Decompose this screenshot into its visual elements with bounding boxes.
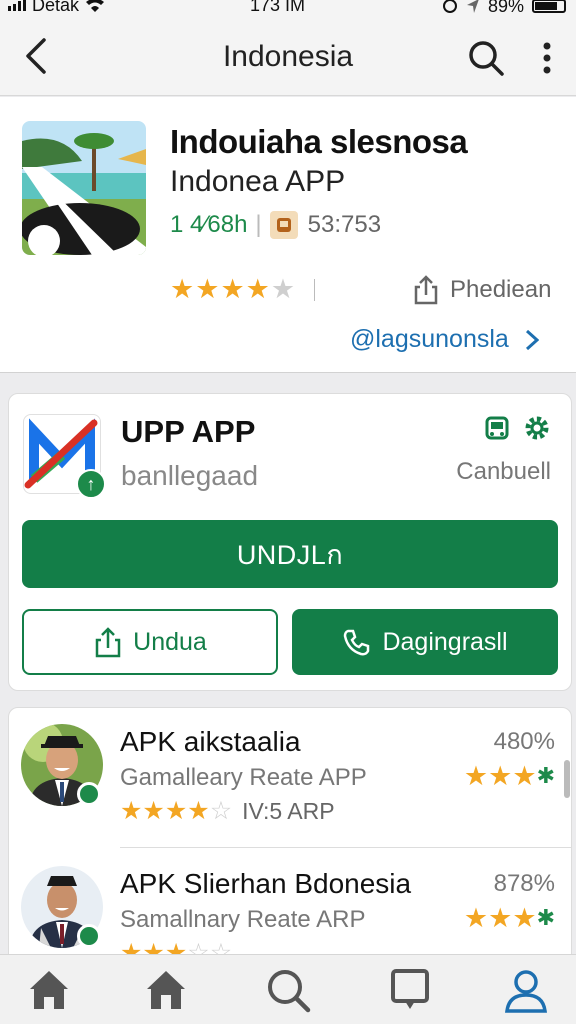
clock: 173 IM <box>250 0 306 15</box>
upload-badge-icon: ↑ <box>76 469 106 499</box>
location-icon <box>466 0 479 13</box>
download-button[interactable]: Undua <box>22 609 278 675</box>
sparkle-icon: ✱ <box>536 905 555 930</box>
list-item-percent: 480% <box>493 728 555 755</box>
list-item-score-stars: ★ ★ ★ ✱ <box>464 762 555 790</box>
call-button[interactable]: Dagingrasll <box>292 609 558 675</box>
star-icon: ★ <box>120 797 143 825</box>
divider <box>120 847 571 848</box>
featured-app-meta: 1 4⁄68h | 53:753 <box>170 211 381 239</box>
star-icon: ★ <box>512 761 537 791</box>
list-item-description: Samallnary Reate ARP <box>120 906 366 933</box>
upload-icon <box>95 627 121 658</box>
phone-icon <box>344 629 370 656</box>
list-item-score-stars: ★ ★ ★ ✱ <box>464 904 555 932</box>
meta-separator: | <box>255 211 262 238</box>
star-icon: ★ <box>142 797 165 825</box>
download-count: 53:753 <box>307 211 382 238</box>
featured-app-name: Indouiaha slesnosa <box>170 123 468 160</box>
app-list: APK aikstaalia Gamalleary Reate APP ★ ★ … <box>8 707 572 967</box>
search-icon[interactable] <box>466 38 506 78</box>
star-icon: ★ <box>220 274 245 304</box>
list-item[interactable]: APK Slierhan Bdonesia Samallnary Reate A… <box>9 850 571 966</box>
featured-app-subtitle: Indonea APP <box>170 165 346 198</box>
call-button-label: Dagingrasll <box>382 627 508 656</box>
star-icon: ★ <box>170 274 195 304</box>
featured-thumbnail[interactable] <box>22 121 146 255</box>
star-icon: ★ <box>463 903 489 933</box>
share-label: Phediean <box>450 276 552 303</box>
app-card: ↑ UPP APP banllegaad Canbuell UNDJLก Und… <box>8 393 572 691</box>
share-icon <box>414 275 438 305</box>
search-nav-icon[interactable] <box>265 967 311 1013</box>
star-empty-icon: ★ <box>270 274 296 304</box>
sparkle-icon: ✱ <box>536 763 555 788</box>
bottom-navigation <box>0 954 576 1024</box>
star-icon: ★ <box>463 761 489 791</box>
app-bar: Indonesia <box>0 18 576 96</box>
star-icon: ★ <box>488 903 513 933</box>
chat-icon[interactable] <box>387 967 433 1013</box>
verified-badge-icon <box>77 924 101 948</box>
alarm-icon <box>442 0 457 13</box>
list-item-meta: IV:5 ARP <box>242 798 335 824</box>
download-button-label: Undua <box>133 627 207 656</box>
app-card-actions <box>483 414 551 442</box>
more-vert-icon[interactable] <box>532 38 562 78</box>
profile-icon[interactable] <box>503 967 549 1013</box>
featured-app-panel: Indouiaha slesnosa Indonea APP 1 4⁄68h |… <box>0 97 576 373</box>
app-developer: banllegaad <box>121 460 259 491</box>
settings-gear-icon[interactable] <box>523 414 551 442</box>
wifi-icon <box>86 0 105 12</box>
featured-rating-stars: ★ ★ ★ ★ ★ <box>170 275 295 303</box>
list-item-title: APK aikstaalia <box>120 726 301 757</box>
developer-link-text: @lagsunonsla <box>350 325 509 353</box>
home-alt-icon[interactable] <box>143 967 189 1013</box>
verified-badge-icon <box>77 782 101 806</box>
star-icon: ★ <box>512 903 537 933</box>
battery-icon <box>532 0 566 13</box>
star-icon: ★ <box>488 761 513 791</box>
carrier-label: Detak <box>32 0 80 15</box>
share-button[interactable]: Phediean <box>412 275 551 305</box>
list-item[interactable]: APK aikstaalia Gamalleary Reate APP ★ ★ … <box>9 708 571 848</box>
content-rating-icon <box>269 211 298 239</box>
star-icon: ★ <box>164 797 188 825</box>
scrollbar[interactable] <box>564 760 570 798</box>
app-name: UPP APP <box>121 414 256 449</box>
star-empty-icon: ☆ <box>209 797 233 825</box>
signal-icon <box>8 0 26 11</box>
list-item-percent: 878% <box>493 870 555 897</box>
battery-percent: 89% <box>487 0 524 16</box>
developer-link[interactable]: @lagsunonsla <box>350 325 539 354</box>
list-item-description: Gamalleary Reate APP <box>120 764 367 791</box>
app-logo: ↑ <box>23 414 106 499</box>
app-size: 1 4⁄68h <box>170 211 248 238</box>
list-item-rating: ★ ★ ★ ★ ☆ IV:5 ARP <box>120 798 335 824</box>
status-bar: Detak 173 IM 89% <box>0 0 576 18</box>
chevron-right-icon <box>525 329 539 350</box>
divider <box>314 279 315 301</box>
star-icon: ★ <box>245 274 270 304</box>
star-icon: ★ <box>187 797 210 825</box>
app-category: Canbuell <box>456 458 551 485</box>
home-icon[interactable] <box>26 967 72 1013</box>
install-button[interactable]: UNDJLก <box>22 520 558 588</box>
list-item-title: APK Slierhan Bdonesia <box>120 868 412 899</box>
star-icon: ★ <box>195 274 220 304</box>
bus-icon[interactable] <box>483 414 511 442</box>
